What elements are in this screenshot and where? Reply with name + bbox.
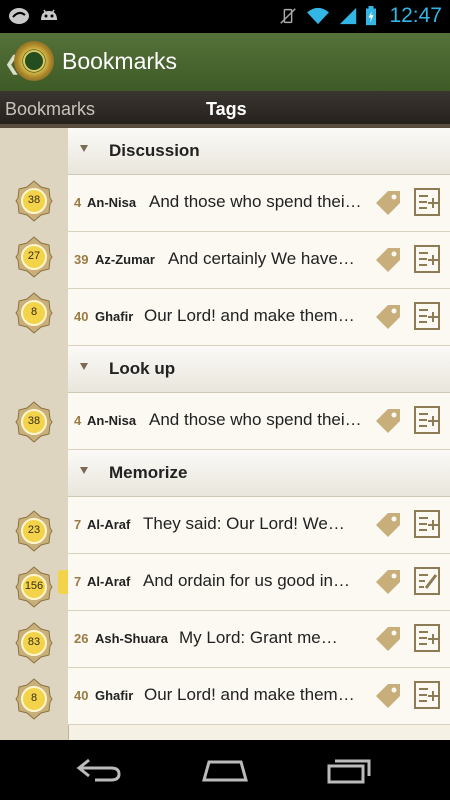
group-name: Memorize — [109, 463, 188, 482]
vibrate-off-icon — [280, 8, 297, 24]
page-number: 8 — [30, 692, 38, 704]
battery-charging-icon — [366, 6, 377, 26]
note-add-icon[interactable] — [413, 405, 441, 435]
quran-logo-icon[interactable] — [14, 41, 54, 81]
page-number: 27 — [27, 250, 41, 262]
group-header-look-up[interactable]: Look up — [68, 346, 450, 393]
page-number: 38 — [27, 415, 41, 427]
home-nav-icon[interactable] — [200, 756, 250, 784]
page-badge: 38 — [15, 180, 53, 222]
bookmark-row[interactable]: 40 Ghafir Our Lord! and make them… — [68, 668, 450, 725]
navigation-bar — [0, 740, 450, 800]
sura-number: 7 — [74, 574, 82, 589]
sura-name: Az-Zumar — [95, 252, 155, 267]
page-title: Bookmarks — [62, 48, 178, 74]
bookmark-row[interactable]: 26 Ash-Shuara My Lord: Grant me… — [68, 611, 450, 668]
sura-number: 4 — [74, 413, 82, 428]
sura-name: Ghafir — [95, 309, 134, 324]
note-add-icon[interactable] — [413, 187, 441, 217]
expand-triangle-icon — [80, 467, 88, 474]
page-number: 83 — [27, 636, 41, 648]
verse-text: Our Lord! and make them… — [144, 306, 355, 325]
group-name: Look up — [109, 359, 176, 378]
verse-text: And those who spend thei… — [149, 192, 362, 211]
sura-number: 7 — [74, 517, 82, 532]
sura-number: 39 — [74, 252, 89, 267]
verse-text: Our Lord! and make them… — [144, 685, 355, 704]
tag-icon[interactable] — [373, 510, 403, 540]
verse-text: And ordain for us good in… — [143, 571, 350, 590]
tag-icon[interactable] — [373, 624, 403, 654]
group-name: Discussion — [109, 141, 200, 160]
tag-icon[interactable] — [373, 406, 403, 436]
note-add-icon[interactable] — [413, 301, 441, 331]
page-badge: 23 — [15, 510, 53, 552]
sura-number: 4 — [74, 195, 82, 210]
tab-tags[interactable]: Tags — [206, 99, 247, 120]
signal-icon — [340, 7, 357, 25]
sura-number: 40 — [74, 688, 89, 703]
note-add-icon[interactable] — [413, 244, 441, 274]
back-nav-icon[interactable] — [75, 756, 125, 784]
note-add-icon[interactable] — [413, 623, 441, 653]
expand-triangle-icon — [80, 145, 88, 152]
page-badge: 83 — [15, 622, 53, 664]
note-add-icon[interactable] — [413, 680, 441, 710]
verse-text: And certainly We have… — [168, 249, 355, 268]
status-bar: 12:47 — [0, 0, 450, 33]
page-badge: 27 — [15, 236, 53, 278]
verse-text: My Lord: Grant me… — [179, 628, 338, 647]
verse-text: And those who spend thei… — [149, 410, 362, 429]
tag-icon[interactable] — [373, 302, 403, 332]
current-page-marker — [58, 570, 68, 594]
bookmark-row[interactable]: 40 Ghafir Our Lord! and make them… — [68, 289, 450, 346]
sura-name: Al-Araf — [87, 517, 131, 532]
page-number: 23 — [27, 524, 41, 536]
sura-name: An-Nisa — [87, 413, 137, 428]
tab-bookmarks[interactable]: Bookmarks — [5, 99, 95, 120]
clock: 12:47 — [389, 4, 442, 27]
expand-triangle-icon — [80, 363, 88, 370]
bookmark-row[interactable]: 4 An-Nisa And those who spend thei… — [68, 175, 450, 232]
group-header-discussion[interactable]: Discussion — [68, 128, 450, 175]
note-add-icon[interactable] — [413, 509, 441, 539]
bookmark-row[interactable]: 7 Al-Araf They said: Our Lord! We… — [68, 497, 450, 554]
bookmark-row[interactable]: 4 An-Nisa And those who spend thei… — [68, 393, 450, 450]
notification-app-icon — [9, 8, 29, 24]
page-badge: 8 — [15, 292, 53, 334]
bookmark-row[interactable]: 7 Al-Araf And ordain for us good in… — [58, 554, 450, 611]
action-bar: ❮ Bookmarks — [0, 33, 450, 92]
bookmark-list[interactable]: Discussion 4 An-Nisa And those who spend… — [0, 128, 450, 740]
note-edit-icon[interactable] — [413, 566, 441, 596]
tag-icon[interactable] — [373, 681, 403, 711]
page-number: 38 — [27, 194, 41, 206]
sura-name: Ash-Shuara — [95, 631, 168, 646]
group-header-memorize[interactable]: Memorize — [68, 450, 450, 497]
tag-icon[interactable] — [373, 245, 403, 275]
tag-icon[interactable] — [373, 567, 403, 597]
page-number: 8 — [30, 306, 38, 318]
android-icon — [41, 9, 57, 20]
tab-bar: Bookmarks Tags — [0, 91, 450, 128]
page-badge: 156 — [15, 566, 53, 608]
sura-name: Al-Araf — [87, 574, 131, 589]
tag-icon[interactable] — [373, 188, 403, 218]
page-badge: 38 — [15, 401, 53, 443]
wifi-icon — [307, 7, 330, 25]
sura-number: 40 — [74, 309, 89, 324]
page-badge: 8 — [15, 678, 53, 720]
verse-text: They said: Our Lord! We… — [143, 514, 345, 533]
sura-number: 26 — [74, 631, 89, 646]
sura-name: An-Nisa — [87, 195, 137, 210]
sura-name: Ghafir — [95, 688, 134, 703]
recents-nav-icon[interactable] — [325, 756, 375, 784]
page-number: 156 — [24, 580, 44, 592]
bookmark-row[interactable]: 39 Az-Zumar And certainly We have… — [68, 232, 450, 289]
